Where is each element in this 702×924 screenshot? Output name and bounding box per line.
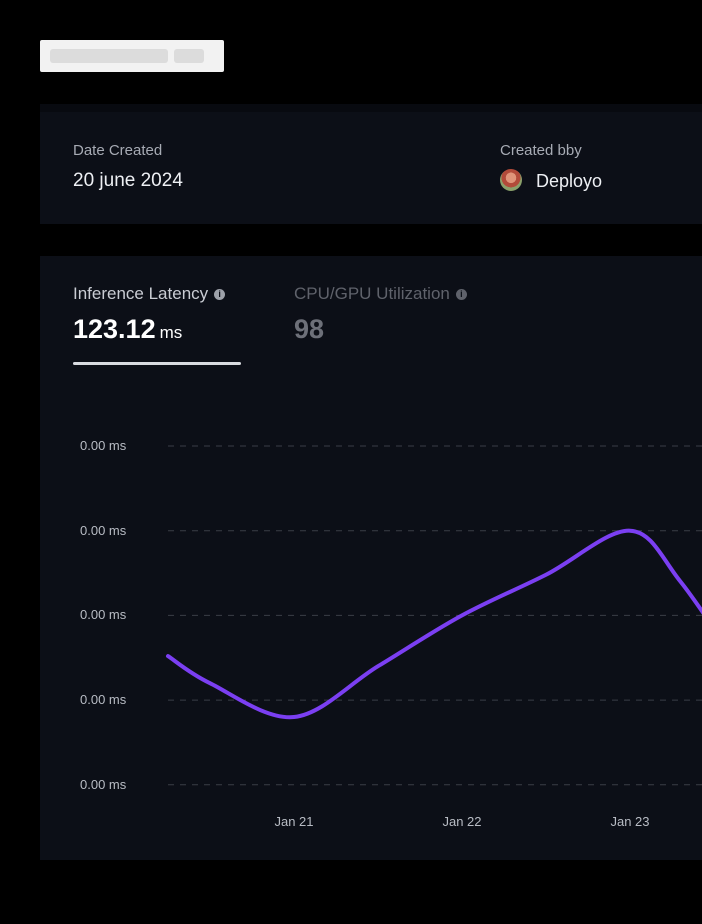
metrics-chart-card: Inference Latency i 123.12 ms CPU/GPU Util… [40,256,702,860]
page-title [40,40,224,72]
details-card: Date Created 20 june 2024 Created bby De… [40,104,702,224]
page-title-redacted-2 [174,49,204,63]
date-created-label: Date Created [73,142,163,159]
latency-series-line[interactable] [166,528,702,720]
gridlines [168,445,702,786]
created-by-label: Created bby [500,142,582,159]
created-by-value[interactable]: Deployo [536,171,602,192]
page-title-redacted [50,49,168,63]
date-created-value: 20 june 2024 [73,170,183,191]
latency-line-chart[interactable] [40,256,702,860]
avatar[interactable] [500,169,522,191]
page: Date Created 20 june 2024 Created bby De… [0,0,702,924]
